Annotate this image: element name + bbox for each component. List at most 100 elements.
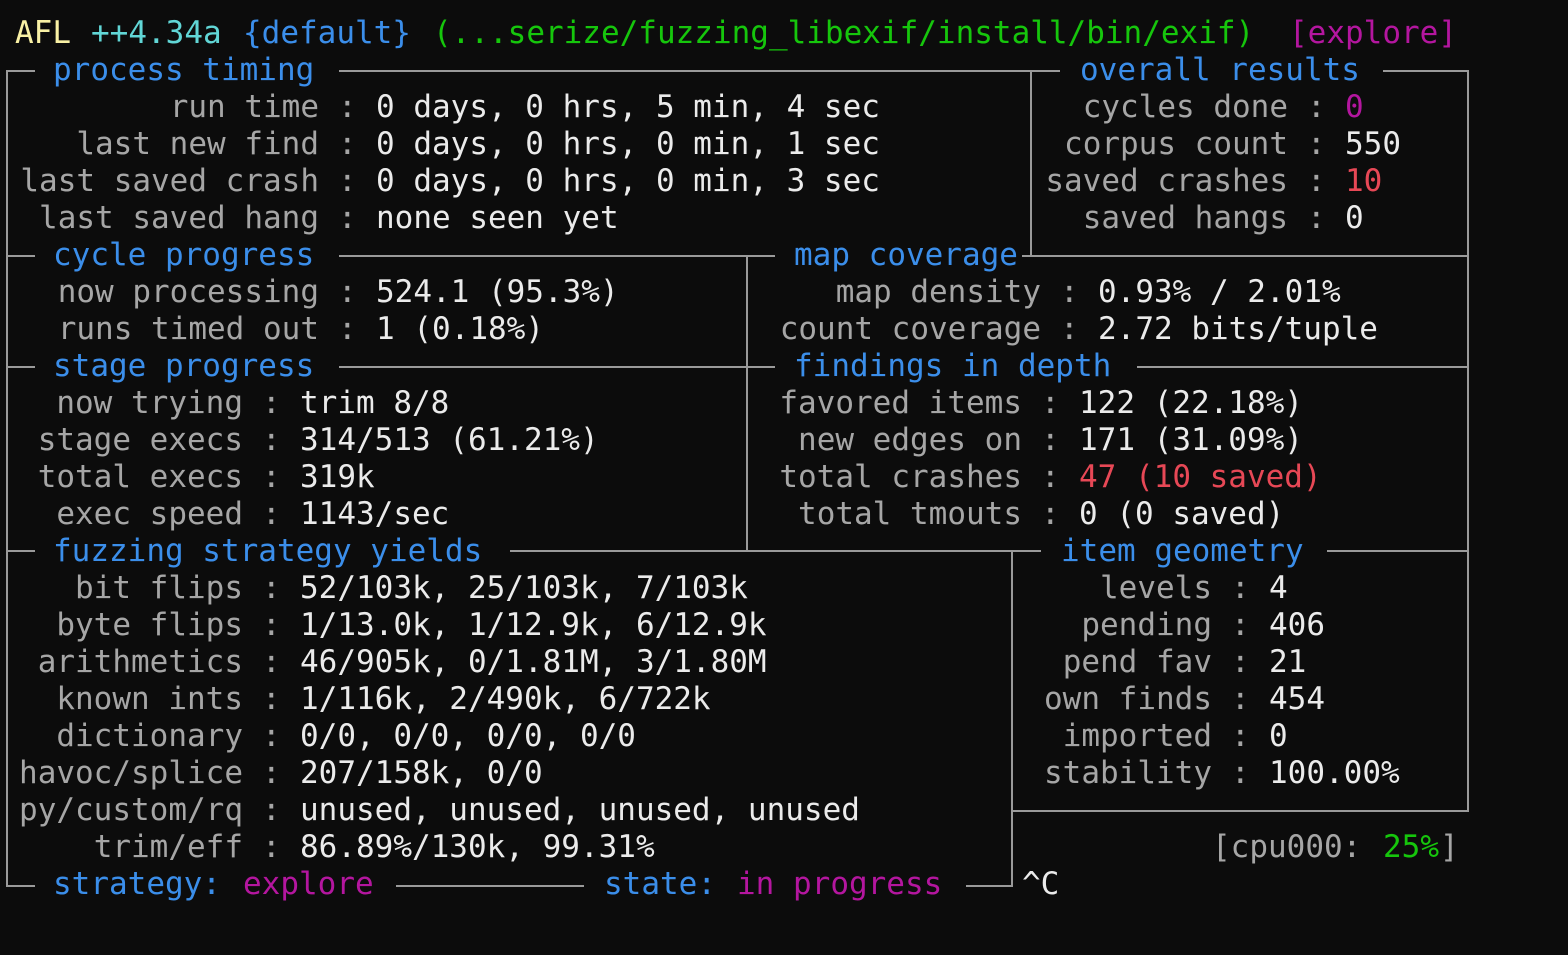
border-line	[6, 70, 8, 886]
border-line	[1011, 550, 1013, 886]
pend-fav-value: 21	[1269, 644, 1307, 680]
py-custom-rq-value: unused, unused, unused, unused	[300, 792, 860, 828]
separator-colon: :	[262, 755, 281, 791]
stability-label: stability	[1044, 755, 1212, 791]
cpu-label: [cpu000:	[1212, 829, 1362, 865]
levels-value: 4	[1269, 570, 1288, 606]
border-line	[510, 550, 1041, 552]
new-edges-on-value: 171 (31.09%)	[1079, 422, 1303, 458]
separator-colon: :	[1041, 459, 1060, 495]
last-new-find-label: last new find	[76, 126, 319, 162]
separator-colon: :	[262, 718, 281, 754]
border-line	[1022, 255, 1469, 257]
afl-version: ++4.34a	[91, 15, 222, 51]
cycle-progress-header: cycle progress	[53, 237, 315, 273]
exec-speed-value: 1143/sec	[300, 496, 450, 532]
item-geometry-header: item geometry	[1061, 533, 1304, 569]
count-coverage-label: count coverage	[779, 311, 1041, 347]
saved-crashes-value: 10	[1345, 163, 1383, 199]
separator-colon: :	[262, 681, 281, 717]
havoc-splice-label: havoc/splice	[19, 755, 243, 791]
separator-colon: :	[338, 311, 357, 347]
last-saved-crash-label: last saved crash	[20, 163, 319, 199]
favored-items-label: favored items	[779, 385, 1022, 421]
pend-fav-label: pend fav	[1062, 644, 1212, 680]
border-line	[746, 255, 748, 551]
bit-flips-label: bit flips	[75, 570, 243, 606]
trim-eff-label: trim/eff	[93, 829, 243, 865]
corpus-count-label: corpus count	[1064, 126, 1288, 162]
pending-value: 406	[1269, 607, 1325, 643]
saved-hangs-label: saved hangs	[1082, 200, 1288, 236]
banner-name: {default}	[243, 15, 411, 51]
border-line	[339, 366, 775, 368]
last-saved-hang-label: last saved hang	[39, 200, 319, 236]
process-timing-header: process timing	[53, 52, 315, 88]
now-processing-value: 524.1 (95.3%)	[376, 274, 619, 310]
separator-colon: :	[338, 200, 357, 236]
separator-colon: :	[1307, 89, 1326, 125]
trim-eff-value: 86.89%/130k, 99.31%	[300, 829, 655, 865]
known-ints-label: known ints	[56, 681, 243, 717]
separator-colon: :	[1231, 681, 1250, 717]
last-new-find-value: 0 days, 0 hrs, 0 min, 1 sec	[376, 126, 880, 162]
last-saved-crash-value: 0 days, 0 hrs, 0 min, 3 sec	[376, 163, 880, 199]
saved-crashes-label: saved crashes	[1045, 163, 1288, 199]
strategy-label: strategy:	[53, 866, 221, 902]
border-line	[966, 885, 1013, 887]
count-coverage-value: 2.72 bits/tuple	[1098, 311, 1378, 347]
border-line	[1011, 810, 1469, 812]
border-line	[6, 366, 35, 368]
arithmetics-label: arithmetics	[37, 644, 243, 680]
stage-execs-label: stage execs	[37, 422, 243, 458]
now-trying-label: now trying	[56, 385, 243, 421]
saved-hangs-value: 0	[1345, 200, 1364, 236]
imported-value: 0	[1269, 718, 1288, 754]
byte-flips-value: 1/13.0k, 1/12.9k, 6/12.9k	[300, 607, 767, 643]
dictionary-value: 0/0, 0/0, 0/0, 0/0	[300, 718, 636, 754]
stage-execs-value: 314/513 (61.21%)	[300, 422, 599, 458]
corpus-count-value: 550	[1345, 126, 1401, 162]
total-crashes-value: 47 (10 saved)	[1079, 459, 1322, 495]
state-label: state:	[604, 866, 716, 902]
findings-in-depth-header: findings in depth	[794, 348, 1112, 384]
overall-results-header: overall results	[1080, 52, 1360, 88]
total-tmouts-value: 0 (0 saved)	[1079, 496, 1285, 532]
border-line	[6, 550, 35, 552]
total-execs-label: total execs	[37, 459, 243, 495]
cpu-usage-value: 25%	[1383, 829, 1439, 865]
separator-colon: :	[1041, 385, 1060, 421]
border-line	[396, 885, 584, 887]
separator-colon: :	[262, 570, 281, 606]
interrupt-signal: ^C	[1022, 866, 1060, 902]
border-line	[1383, 70, 1469, 72]
border-line	[339, 255, 775, 257]
separator-colon: :	[338, 89, 357, 125]
map-coverage-header: map coverage	[794, 237, 1018, 273]
separator-colon: :	[262, 829, 281, 865]
arithmetics-value: 46/905k, 0/1.81M, 3/1.80M	[300, 644, 767, 680]
last-saved-hang-value: none seen yet	[376, 200, 619, 236]
havoc-splice-value: 207/158k, 0/0	[300, 755, 543, 791]
afl-name: AFL	[15, 15, 71, 51]
separator-colon: :	[338, 163, 357, 199]
dictionary-label: dictionary	[56, 718, 243, 754]
border-line	[1030, 70, 1032, 256]
separator-colon: :	[1041, 496, 1060, 532]
separator-colon: :	[1060, 311, 1079, 347]
own-finds-label: own finds	[1044, 681, 1212, 717]
separator-colon: :	[1231, 607, 1250, 643]
terminal-window[interactable]: AFL ++4.34a {default} (...serize/fuzzing…	[0, 0, 1568, 955]
border-line	[339, 70, 1060, 72]
bit-flips-value: 52/103k, 25/103k, 7/103k	[300, 570, 748, 606]
separator-colon: :	[338, 274, 357, 310]
cpu-bracket-close: ]	[1440, 829, 1459, 865]
stability-value: 100.00%	[1269, 755, 1400, 791]
byte-flips-label: byte flips	[56, 607, 243, 643]
stage-progress-header: stage progress	[53, 348, 315, 384]
new-edges-on-label: new edges on	[798, 422, 1022, 458]
separator-colon: :	[262, 459, 281, 495]
separator-colon: :	[1307, 163, 1326, 199]
border-line	[6, 885, 35, 887]
run-time-label: run time	[169, 89, 319, 125]
